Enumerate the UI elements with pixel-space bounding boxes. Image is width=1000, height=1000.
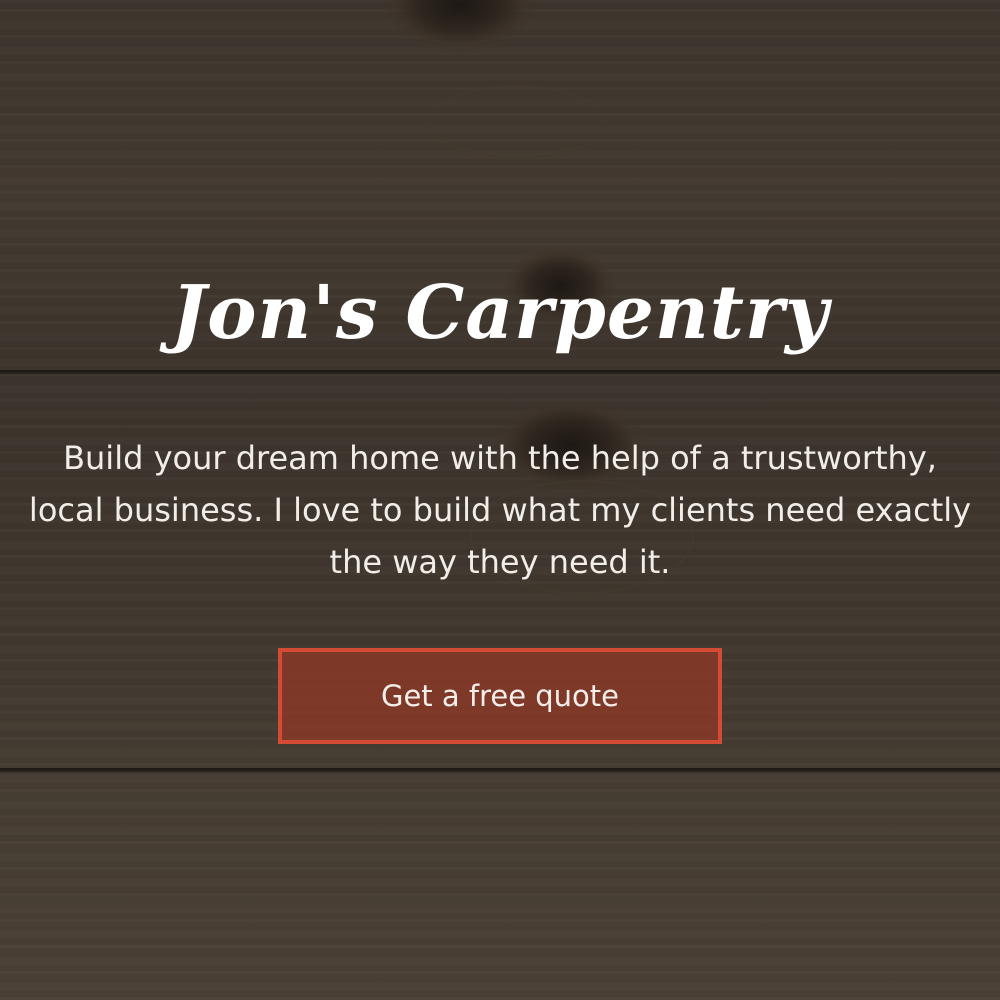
get-free-quote-button[interactable]: Get a free quote [278, 648, 722, 744]
hero-tagline: Build your dream home with the help of a… [28, 439, 972, 581]
hero-section: Jon's Carpentry Build your dream home wi… [0, 0, 1000, 1000]
hero-content: Jon's Carpentry Build your dream home wi… [0, 0, 1000, 1000]
page-title: Jon's Carpentry [171, 270, 829, 356]
